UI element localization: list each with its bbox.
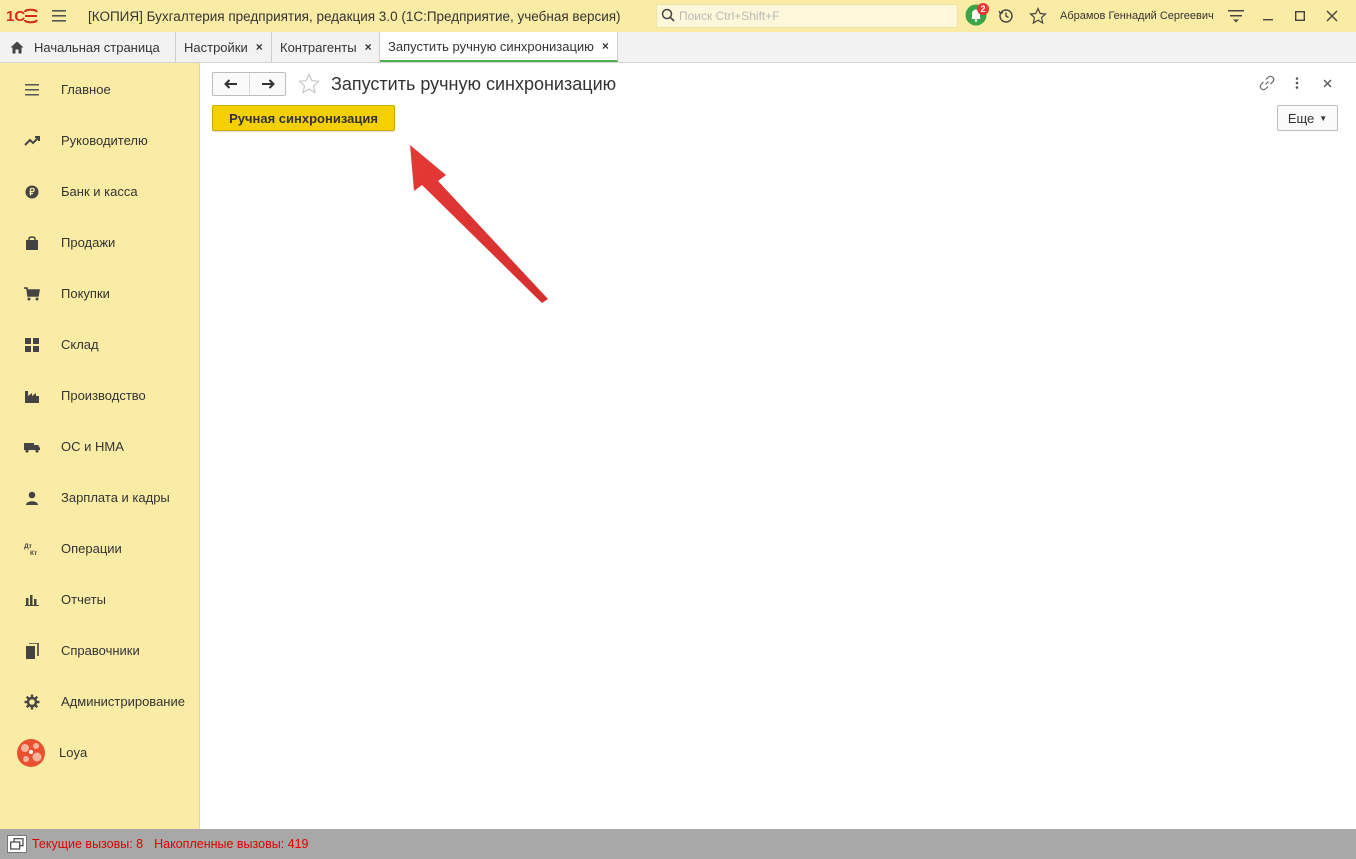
sidebar-item-directories[interactable]: Справочники [0, 625, 199, 676]
settings-lines-icon[interactable] [1220, 0, 1252, 32]
tab-close-icon[interactable]: × [602, 39, 609, 53]
sidebar-item-label: Банк и касса [61, 184, 138, 199]
more-button-label: Еще [1287, 110, 1315, 126]
sidebar-item-sales[interactable]: Продажи [0, 217, 199, 268]
tab-manual-sync[interactable]: Запустить ручную синхронизацию × [380, 32, 618, 62]
tab-label: Начальная страница [34, 39, 160, 55]
status-bar: Текущие вызовы: 8 Накопленные вызовы: 41… [0, 829, 1356, 859]
ruble-icon [17, 185, 47, 199]
annotation-arrow [390, 133, 560, 306]
sidebar-item-label: Справочники [61, 643, 140, 658]
dt-label: Дт [24, 543, 32, 550]
minimize-icon[interactable] [1252, 0, 1284, 32]
sidebar-item-label: Производство [61, 388, 146, 403]
search-icon [661, 8, 675, 25]
menu-icon[interactable] [46, 4, 72, 28]
sidebar-item-label: Главное [61, 82, 111, 97]
trend-icon [17, 135, 47, 147]
favorite-star-icon[interactable] [296, 72, 322, 96]
app-title: [КОПИЯ] Бухгалтерия предприятия, редакци… [88, 8, 621, 24]
sidebar-item-reports[interactable]: Отчеты [0, 574, 199, 625]
sidebar-item-main[interactable]: Главное [0, 64, 199, 115]
1c-logo-icon[interactable]: 1С [0, 0, 44, 32]
windows-icon[interactable] [7, 835, 27, 853]
tabs-bar: Начальная страница Настройки × Контраген… [0, 32, 1356, 63]
tab-home[interactable]: Начальная страница [0, 32, 176, 62]
sidebar-item-label: ОС и НМА [61, 439, 124, 454]
person-icon [17, 491, 47, 505]
truck-icon [17, 441, 47, 453]
sidebar-item-label: Зарплата и кадры [61, 490, 170, 505]
gear-icon [17, 694, 47, 710]
accumulated-calls[interactable]: Накопленные вызовы: 419 [154, 837, 308, 851]
back-button[interactable] [213, 73, 249, 95]
tab-close-icon[interactable]: × [256, 40, 263, 54]
sidebar-item-bank[interactable]: Банк и касса [0, 166, 199, 217]
sidebar-item-label: Руководителю [61, 133, 148, 148]
cart-icon [17, 286, 47, 301]
bar-chart-icon [17, 594, 47, 606]
link-icon[interactable] [1252, 72, 1282, 94]
history-icon[interactable] [990, 0, 1022, 32]
sidebar-item-label: Loya [59, 745, 88, 760]
page-title: Запустить ручную синхронизацию [331, 74, 617, 94]
navigation-buttons [212, 72, 286, 96]
sidebar-item-label: Продажи [61, 235, 116, 250]
arrow-right-icon [261, 77, 275, 92]
bag-icon [17, 235, 47, 250]
close-form-icon[interactable] [1312, 72, 1342, 94]
sidebar: Главное Руководителю Банк и касса Продаж… [0, 63, 200, 829]
close-icon[interactable] [1316, 0, 1348, 32]
kt-label: Кт [30, 550, 37, 556]
search-box[interactable] [656, 4, 958, 28]
svg-text:1С: 1С [6, 8, 25, 25]
loya-logo-icon [14, 737, 48, 769]
books-icon [17, 642, 47, 659]
maximize-icon[interactable] [1284, 0, 1316, 32]
sidebar-item-label: Склад [61, 337, 99, 352]
menu-lines-icon [17, 83, 47, 96]
sidebar-item-production[interactable]: Производство [0, 370, 199, 421]
notifications-button[interactable]: 2 [962, 0, 990, 32]
sidebar-item-warehouse[interactable]: Склад [0, 319, 199, 370]
arrow-left-icon [224, 77, 238, 92]
tab-label: Контрагенты [280, 39, 357, 55]
factory-icon [17, 389, 47, 403]
dt-kt-icon: Дт Кт [17, 542, 47, 556]
sidebar-item-label: Администрирование [61, 694, 185, 709]
tab-label: Настройки [184, 39, 248, 55]
manual-sync-button[interactable]: Ручная синхронизация [212, 105, 395, 131]
tab-close-icon[interactable]: × [365, 40, 372, 54]
sidebar-item-salary[interactable]: Зарплата и кадры [0, 472, 199, 523]
star-icon[interactable] [1022, 0, 1054, 32]
warehouse-icon [17, 337, 47, 352]
chevron-down-icon: ▼ [1319, 113, 1328, 123]
sidebar-item-label: Отчеты [61, 592, 106, 607]
sidebar-item-label: Покупки [61, 286, 110, 301]
home-icon [10, 41, 24, 54]
sidebar-item-loya[interactable]: Loya [0, 727, 199, 778]
more-button[interactable]: Еще ▼ [1277, 105, 1338, 131]
current-calls[interactable]: Текущие вызовы: 8 [32, 837, 143, 851]
tab-settings[interactable]: Настройки × [176, 32, 272, 62]
notification-badge: 2 [977, 3, 989, 15]
tab-label: Запустить ручную синхронизацию [388, 38, 594, 54]
sidebar-item-label: Операции [61, 541, 122, 556]
search-input[interactable] [679, 9, 939, 23]
sidebar-item-administration[interactable]: Администрирование [0, 676, 199, 727]
sidebar-item-purchases[interactable]: Покупки [0, 268, 199, 319]
main-content: Запустить ручную синхронизацию Ручная си… [200, 63, 1356, 829]
user-name[interactable]: Абрамов Геннадий Сергеевич [1060, 10, 1214, 22]
title-bar: 1С [КОПИЯ] Бухгалтерия предприятия, реда… [0, 0, 1356, 32]
sidebar-item-operations[interactable]: Дт Кт Операции [0, 523, 199, 574]
sidebar-item-manager[interactable]: Руководителю [0, 115, 199, 166]
forward-button[interactable] [249, 73, 285, 95]
sidebar-item-fixed-assets[interactable]: ОС и НМА [0, 421, 199, 472]
more-vertical-icon[interactable] [1282, 72, 1312, 94]
tab-counterparties[interactable]: Контрагенты × [272, 32, 380, 62]
